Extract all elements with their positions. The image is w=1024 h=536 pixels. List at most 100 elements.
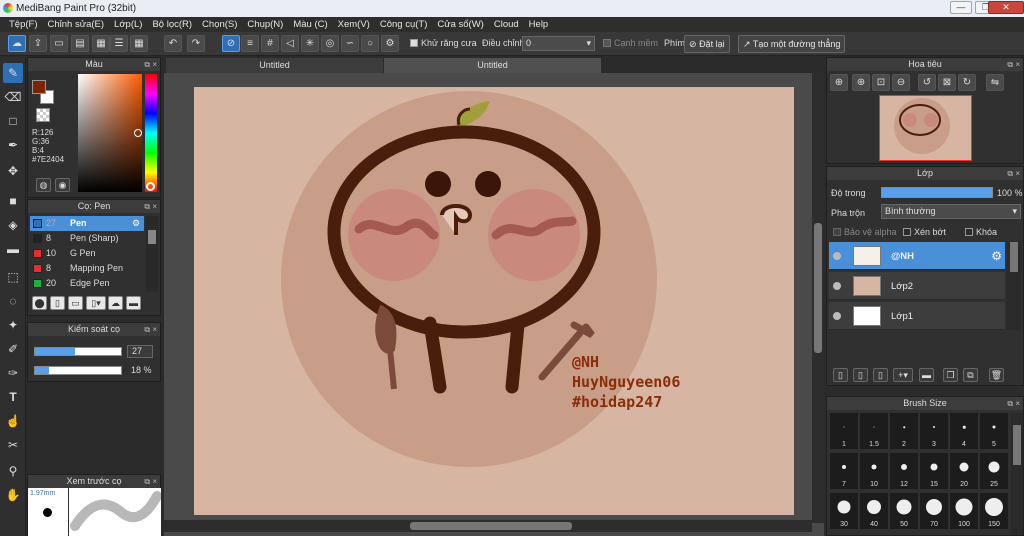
brush-size-option[interactable]: 20 <box>950 453 978 489</box>
detach-icon[interactable]: ⧉ × <box>1007 58 1020 71</box>
layer-add-menu-icon[interactable]: +▾ <box>893 368 913 382</box>
layer-row[interactable]: Lớp1 <box>829 302 1005 330</box>
scrollbar-thumb[interactable] <box>1013 425 1021 465</box>
close-button[interactable]: ✕ <box>988 1 1024 14</box>
brush-size-option[interactable]: 10 <box>860 453 888 489</box>
brush-size-option[interactable]: 5 <box>980 413 1008 449</box>
scrollbar-thumb[interactable] <box>1010 242 1018 272</box>
menu-layer[interactable]: Lớp(L) <box>109 17 147 32</box>
brush-item[interactable]: 10 G Pen <box>30 246 144 261</box>
lock-checkbox[interactable]: Khóa <box>965 227 997 237</box>
brush-menu-icon[interactable]: ▯▾ <box>86 296 106 310</box>
color-history-icon[interactable]: ◉ <box>55 178 70 192</box>
hue-slider[interactable] <box>145 74 157 192</box>
brush-size-option[interactable]: 25 <box>980 453 1008 489</box>
brush-size-option[interactable]: 70 <box>920 493 948 529</box>
text-tool-icon[interactable]: T <box>3 387 23 407</box>
canvas-horizontal-scrollbar[interactable] <box>164 520 812 532</box>
layer-folder-icon[interactable]: ▬ <box>919 368 934 382</box>
menu-select[interactable]: Chọn(S) <box>197 17 242 32</box>
scrollbar-thumb[interactable] <box>814 223 822 353</box>
rotate-right-icon[interactable]: ↻ <box>958 74 976 91</box>
detach-icon[interactable]: ⧉ × <box>1007 397 1020 410</box>
brush-tool-icon[interactable]: ✎ <box>3 63 23 83</box>
operation-tool-icon[interactable]: ☝ <box>3 411 23 431</box>
brush-list-scrollbar[interactable] <box>146 216 158 292</box>
brush-size-option[interactable]: 1.5 <box>860 413 888 449</box>
zoom-fit-icon[interactable]: ⊕ <box>852 74 870 91</box>
menu-help[interactable]: Help <box>524 17 554 32</box>
detach-icon[interactable]: ⧉ × <box>144 475 157 488</box>
magic-wand-icon[interactable]: ✦ <box>3 315 23 335</box>
visibility-icon[interactable] <box>833 312 841 320</box>
new-8bit-layer-icon[interactable]: ▯ <box>853 368 868 382</box>
menu-window[interactable]: Cửa sổ(W) <box>432 17 488 32</box>
drawing-canvas[interactable]: @NH HuyNguyeen06 #hoidap247 <box>194 87 794 515</box>
visibility-icon[interactable] <box>833 252 841 260</box>
snap-off-icon[interactable]: ⊘ <box>222 35 240 52</box>
gear-icon[interactable]: ⚙ <box>132 216 140 231</box>
circle-snap-icon[interactable]: ◎ <box>321 35 339 52</box>
brush-item[interactable]: 8 Mapping Pen <box>30 261 144 276</box>
brush-size-option[interactable]: 12 <box>890 453 918 489</box>
brush-item[interactable]: 27 Pen ⚙ <box>30 216 144 231</box>
rect-select-icon[interactable]: ⬚ <box>3 267 23 287</box>
cloud-brush-icon[interactable]: ☁ <box>108 296 123 310</box>
brush-size-option[interactable]: 4 <box>950 413 978 449</box>
redo-icon[interactable]: ↷ <box>187 35 205 52</box>
transparent-swatch[interactable] <box>36 108 50 122</box>
duplicate-layer-icon[interactable]: ❐ <box>943 368 958 382</box>
primary-color-swatch[interactable] <box>32 80 46 94</box>
ellipse-snap-icon[interactable]: ○ <box>361 35 379 52</box>
hue-handle[interactable] <box>146 182 155 191</box>
brush-item[interactable]: 8 Pen (Sharp) <box>30 231 144 246</box>
canvas-vertical-scrollbar[interactable] <box>812 73 824 523</box>
detach-icon[interactable]: ⧉ × <box>1007 167 1020 180</box>
zoom-out-icon[interactable]: ⊖ <box>892 74 910 91</box>
brush-size-option[interactable]: 50 <box>890 493 918 529</box>
brush-size-slider[interactable] <box>34 347 122 356</box>
antialias-checkbox[interactable]: Khử răng cưa <box>410 38 477 48</box>
clipping-checkbox[interactable]: Xén bớt <box>903 227 946 237</box>
menu-tools[interactable]: Công cụ(T) <box>375 17 433 32</box>
brush-size-scrollbar[interactable] <box>1011 413 1023 535</box>
dot-tool-icon[interactable]: □ <box>3 111 23 131</box>
parallel-snap-icon[interactable]: ≡ <box>241 35 259 52</box>
gear-icon[interactable]: ⚙ <box>991 249 1002 263</box>
menu-edit[interactable]: Chỉnh sửa(E) <box>43 17 110 32</box>
list-icon[interactable]: ☰ <box>110 35 128 52</box>
comment-icon[interactable]: ▭ <box>50 35 68 52</box>
new-1bit-layer-icon[interactable]: ▯ <box>873 368 888 382</box>
blend-mode-dropdown[interactable]: Bình thường ▾ <box>881 204 1021 219</box>
copy-brush-icon[interactable]: ▭ <box>68 296 83 310</box>
grid-icon[interactable]: ▦ <box>130 35 148 52</box>
menu-snap[interactable]: Chụp(N) <box>242 17 288 32</box>
soft-edge-checkbox[interactable]: Cạnh mềm <box>603 38 658 48</box>
gradient-tool-icon[interactable]: ▬ <box>3 239 23 259</box>
scrollbar-thumb[interactable] <box>148 230 156 244</box>
flip-icon[interactable]: ⇋ <box>986 74 1004 91</box>
brush-size-option[interactable]: 100 <box>950 493 978 529</box>
eyedropper-tool-icon[interactable]: ⚲ <box>3 461 23 481</box>
vanishing-snap-icon[interactable]: ◁ <box>281 35 299 52</box>
tab-untitled-2[interactable]: Untitled <box>384 58 601 73</box>
snap-settings-icon[interactable]: ⚙ <box>381 35 399 52</box>
brush-size-option[interactable]: 2 <box>890 413 918 449</box>
layer-row[interactable]: Lớp2 <box>829 272 1005 300</box>
undo-icon[interactable]: ↶ <box>164 35 182 52</box>
detach-icon[interactable]: ⧉ × <box>144 200 157 213</box>
new-layer-icon[interactable]: ▯ <box>833 368 848 382</box>
brush-item[interactable]: 20 Edge Pen <box>30 276 144 291</box>
shape-tool-icon[interactable]: ■ <box>3 191 23 211</box>
brush-size-option[interactable]: 40 <box>860 493 888 529</box>
document-icon[interactable]: ▤ <box>71 35 89 52</box>
share-icon[interactable]: ⇪ <box>29 35 47 52</box>
cloud-icon[interactable]: ☁ <box>8 35 26 52</box>
brush-size-option[interactable]: 150 <box>980 493 1008 529</box>
rotate-left-icon[interactable]: ↺ <box>918 74 936 91</box>
correction-dropdown[interactable]: 0 ▾ <box>522 36 595 51</box>
merge-layer-icon[interactable]: ⧉ <box>963 368 978 382</box>
detach-icon[interactable]: ⧉ × <box>144 323 157 336</box>
select-pen-tool-icon[interactable]: ✐ <box>3 339 23 359</box>
menu-file[interactable]: Tệp(F) <box>4 17 43 32</box>
